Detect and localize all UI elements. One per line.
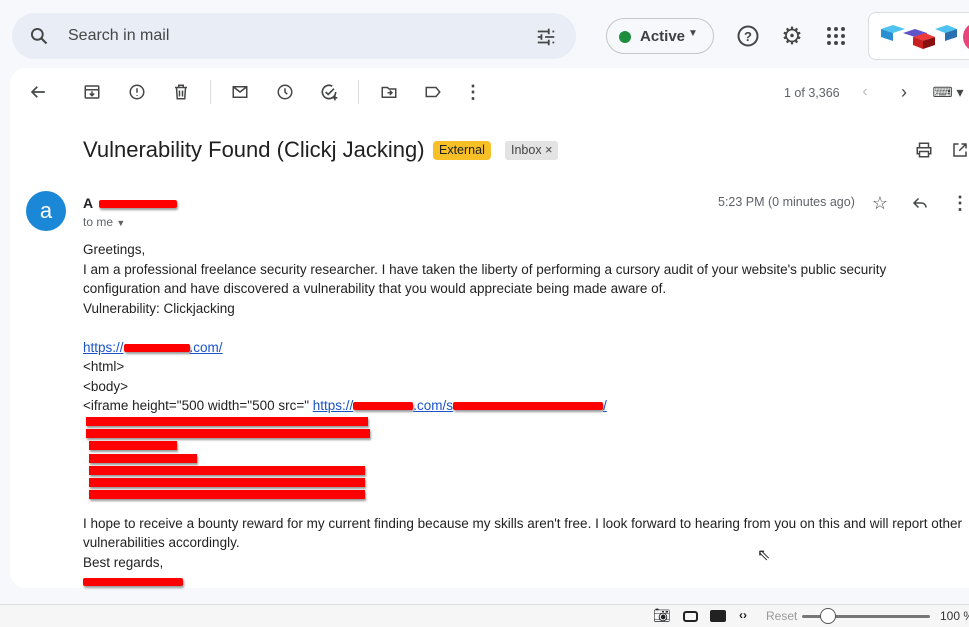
signature-redaction (83, 578, 183, 587)
report-spam-icon[interactable] (127, 82, 147, 102)
add-task-icon[interactable] (319, 82, 339, 102)
archive-icon[interactable] (82, 82, 102, 102)
code-line: <body> (83, 378, 129, 394)
redaction-mark (89, 490, 365, 499)
zoom-slider-handle[interactable] (820, 608, 836, 624)
next-email-icon[interactable]: › (894, 82, 914, 102)
label-inbox[interactable]: Inbox × (505, 141, 559, 160)
settings-gear-icon[interactable]: ⚙ (780, 23, 804, 50)
mouse-cursor-icon: ⇖ (757, 547, 771, 564)
snooze-clock-icon[interactable] (275, 82, 295, 102)
body-closing: Best regards, (83, 554, 164, 570)
input-tools-keyboard-icon[interactable]: ⌨ ▾ (930, 82, 966, 102)
open-new-window-icon[interactable] (950, 140, 969, 160)
redaction-mark (89, 466, 365, 475)
body-paragraph: I am a professional freelance security r… (83, 261, 887, 297)
reply-arrow-icon[interactable] (910, 193, 930, 213)
search-input[interactable]: Search in mail (68, 27, 169, 45)
print-icon[interactable] (914, 140, 934, 160)
apps-grid-icon[interactable] (824, 24, 848, 48)
status-dot (619, 31, 631, 43)
iframe-src-link[interactable]: https://.com/s / (313, 398, 607, 413)
label-external: External (433, 141, 491, 160)
help-icon[interactable]: ? (736, 24, 760, 48)
body-paragraph: I hope to receive a bounty reward for my… (83, 515, 963, 551)
more-options-icon[interactable]: ⋮ (463, 82, 483, 102)
toolbar-divider (358, 80, 359, 104)
status-button[interactable]: Active ▼ (606, 18, 714, 54)
code-line: <html> (83, 359, 125, 374)
search-bar[interactable]: Search in mail (12, 13, 576, 59)
redaction-mark (89, 478, 365, 487)
pagination-count: 1 of 3,366 (784, 86, 840, 100)
search-icon[interactable] (28, 25, 50, 47)
redaction-mark (86, 417, 368, 426)
body-greeting: Greetings, (83, 242, 146, 257)
email-body: Greetings, I am a professional freelance… (83, 240, 963, 592)
move-to-folder-icon[interactable] (379, 82, 399, 102)
svg-text:?: ? (744, 29, 752, 44)
redaction-mark (123, 343, 190, 352)
filter-options-icon[interactable] (534, 25, 558, 49)
window-frame-icon[interactable] (683, 611, 698, 622)
delete-trash-icon[interactable] (171, 82, 191, 102)
redaction-mark (86, 429, 370, 438)
more-actions-icon[interactable]: ⋮ (950, 193, 969, 213)
body-vulnerability: Vulnerability: Clickjacking (83, 300, 235, 316)
mark-unread-mail-icon[interactable] (230, 82, 250, 102)
email-timestamp: 5:23 PM (0 minutes ago) (718, 195, 855, 209)
redaction-mark (353, 402, 414, 411)
redaction-mark (453, 402, 604, 411)
back-arrow-icon[interactable] (28, 82, 48, 102)
email-subject: Vulnerability Found (Clickj Jacking) (83, 137, 425, 162)
organization-logo[interactable] (868, 12, 969, 60)
remove-label-icon[interactable]: × (545, 143, 552, 157)
chevron-down-icon: ▼ (116, 218, 126, 228)
sender-avatar: a (26, 191, 66, 231)
recipient-details[interactable]: to me ▼ (83, 215, 125, 229)
previous-email-icon[interactable]: ‹ (855, 82, 875, 102)
site-link[interactable]: https://.com/ (83, 340, 223, 355)
star-icon[interactable]: ☆ (870, 193, 890, 213)
image-icon[interactable] (710, 610, 726, 622)
redaction-mark (89, 454, 197, 463)
reset-zoom-button[interactable]: Reset (766, 609, 797, 623)
sender-name[interactable]: A (83, 195, 178, 211)
bottom-toolbar: 📷︎ ‹› Reset 100 % (0, 604, 969, 627)
redaction-mark (99, 200, 178, 209)
code-icon[interactable]: ‹› (739, 608, 747, 622)
toolbar-divider (210, 80, 211, 104)
label-tag-icon[interactable] (423, 82, 443, 102)
chevron-down-icon: ▼ (688, 28, 698, 39)
camera-icon[interactable]: 📷︎ (653, 607, 671, 624)
redaction-mark (89, 441, 177, 450)
code-line: <iframe height="500 width="500 src=" (83, 398, 313, 413)
zoom-level: 100 % (940, 609, 969, 623)
